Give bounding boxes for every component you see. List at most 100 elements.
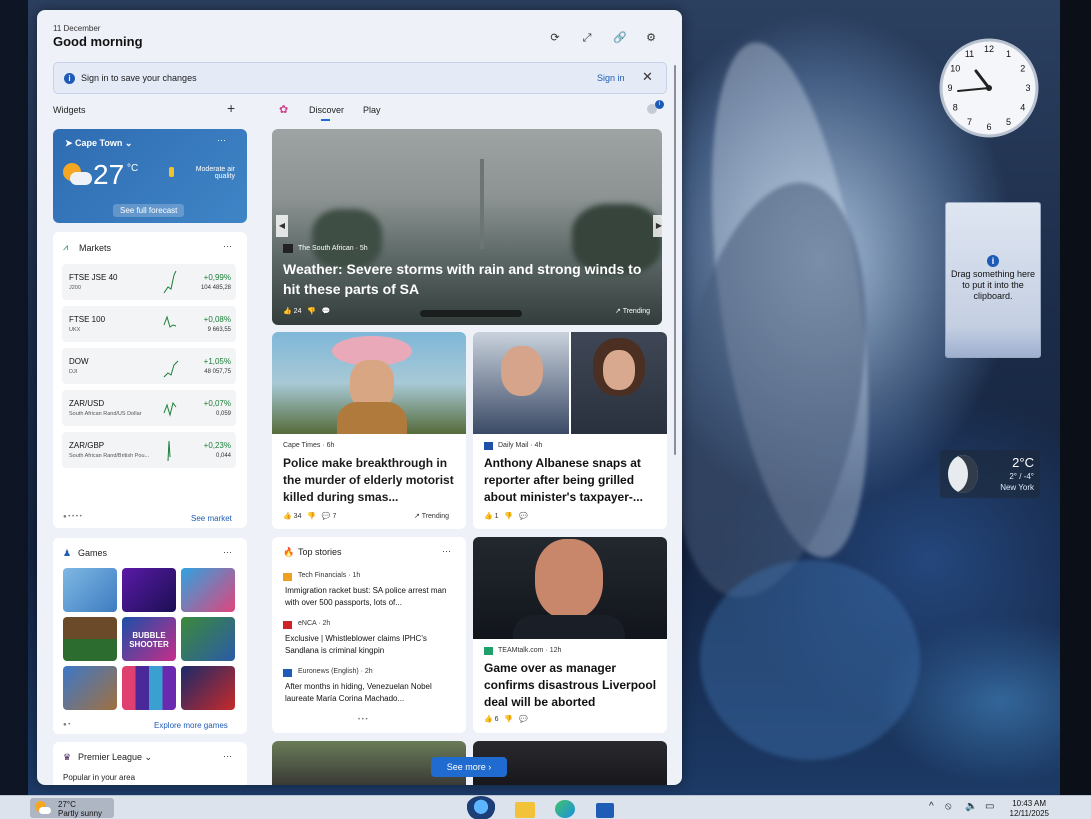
market-row[interactable]: ZAR/GBP South African Rand/British Pou...… xyxy=(62,432,236,468)
expand-icon[interactable]: ⤢ xyxy=(579,30,595,46)
hero-source: The South African · 5h xyxy=(298,245,368,252)
hero-story-card[interactable]: ◀ ▶ The South African · 5h Weather: Seve… xyxy=(272,129,662,325)
market-change: +0,23% xyxy=(203,441,231,450)
market-row[interactable]: FTSE JSE 40 J200 +0,99% 104 485,28 xyxy=(62,264,236,300)
taskbar-weather[interactable]: 27°C Partly sunny xyxy=(30,798,114,818)
tab-discover[interactable]: Discover xyxy=(309,105,344,115)
weather-gadget[interactable]: 2°C 2° / -4° New York xyxy=(940,450,1040,498)
market-name: FTSE 100 xyxy=(69,315,106,324)
gadget-temp: 2°C xyxy=(1012,455,1034,470)
partly-sunny-icon xyxy=(63,163,92,187)
weather-menu-button[interactable]: ··· xyxy=(217,135,226,145)
premier-menu-button[interactable]: ··· xyxy=(223,751,232,761)
top-stories-menu-button[interactable]: ··· xyxy=(442,546,451,556)
see-more-label: See more xyxy=(446,762,486,772)
game-tile-shooter[interactable] xyxy=(63,666,117,710)
market-row[interactable]: DOW DJI +1,05% 48 057,75 xyxy=(62,348,236,384)
game-tile-paint[interactable] xyxy=(181,568,235,612)
market-change: +0,07% xyxy=(203,399,231,408)
clipboard-gadget[interactable]: i Drag something here to put it into the… xyxy=(945,202,1041,358)
trending-badge: ↗ Trending xyxy=(615,308,651,315)
edge-icon[interactable] xyxy=(555,800,575,818)
clock-number: 11 xyxy=(965,49,974,59)
story-card-albanese[interactable]: Daily Mail · 4h Anthony Albanese snaps a… xyxy=(473,332,667,529)
battery-icon[interactable]: ▭ xyxy=(985,801,994,812)
market-name: ZAR/GBP xyxy=(69,441,105,450)
sparkline xyxy=(167,440,171,462)
premier-league-label: Premier League xyxy=(78,752,143,762)
settings-icon[interactable]: ⚙ xyxy=(643,30,659,46)
game-tile-cartoon[interactable] xyxy=(181,617,235,661)
link-icon[interactable]: 🔗 xyxy=(612,30,628,46)
right-edge xyxy=(1060,0,1091,795)
game-tile-sort[interactable] xyxy=(122,666,176,710)
clock-number: 9 xyxy=(947,83,952,93)
tab-play[interactable]: Play xyxy=(363,105,381,115)
story-card-police[interactable]: Cape Times · 6h Police make breakthrough… xyxy=(272,332,466,529)
top-stories-pager[interactable]: • • • xyxy=(358,717,368,723)
dislike-icon[interactable]: 👎 xyxy=(307,308,316,315)
comment-icon[interactable]: 💬 xyxy=(322,308,331,315)
close-icon[interactable]: ✕ xyxy=(642,69,653,85)
games-widget: ♟ Games ··· BUBBLE SHOOTER ● • Explore m… xyxy=(53,538,247,734)
chevron-up-icon[interactable]: ^ xyxy=(929,801,934,812)
scrollbar[interactable] xyxy=(674,65,676,455)
premier-league-title[interactable]: Premier League ⌄ xyxy=(78,752,152,763)
story-image-left xyxy=(473,332,569,434)
like-icon[interactable]: 👍 xyxy=(283,308,292,315)
weather-temp: 27 xyxy=(93,159,125,190)
see-forecast-button[interactable]: See full forecast xyxy=(113,204,185,217)
clock-gadget[interactable]: 12123 4 5 67891011 xyxy=(938,38,1040,140)
store-icon[interactable] xyxy=(596,803,614,818)
network-icon[interactable]: ⦸ xyxy=(945,801,952,812)
game-tile-blocks[interactable] xyxy=(63,617,117,661)
games-menu-button[interactable]: ··· xyxy=(223,547,232,557)
refresh-icon[interactable]: ⟳ xyxy=(547,30,563,46)
game-tile-stickman[interactable] xyxy=(63,568,117,612)
markets-pager[interactable]: ● • • • • xyxy=(63,514,82,520)
story-card-liverpool[interactable]: TEAMtalk.com · 12h Game over as manager … xyxy=(473,537,667,733)
alienware-icon[interactable] xyxy=(466,796,496,819)
carousel-dots[interactable] xyxy=(420,310,522,317)
clock-date[interactable]: 12/11/2025 xyxy=(1003,809,1049,818)
market-row[interactable]: FTSE 100 UKX +0,08% 9 663,55 xyxy=(62,306,236,342)
market-row[interactable]: ZAR/USD South African Rand/US Dollar +0,07… xyxy=(62,390,236,426)
next-arrow[interactable]: ▶ xyxy=(653,215,662,237)
top-story-source: eNCA · 2h xyxy=(298,620,331,627)
games-pager[interactable]: ● • xyxy=(63,722,70,728)
add-widget-button[interactable]: + xyxy=(227,100,235,116)
story-comments: 7 xyxy=(332,513,337,520)
story-source: TEAMtalk.com · 12h xyxy=(498,647,562,654)
weather-widget[interactable]: ➤ Cape Town ⌄ ··· 27 °C Moderate air qua… xyxy=(53,129,247,223)
taskbar-weather-desc: Partly sunny xyxy=(58,809,103,818)
top-story-title: Exclusive | Whistleblower claims IPHC's … xyxy=(285,634,427,655)
air-quality[interactable]: Moderate air quality xyxy=(175,166,235,180)
volume-icon[interactable]: 🔈 xyxy=(965,801,977,812)
sparkline xyxy=(163,270,177,294)
clock-number: 8 xyxy=(953,103,958,113)
hero-actions: 👍 24 👎 💬 xyxy=(283,307,331,315)
greeting: Good morning xyxy=(53,34,143,49)
widgets-panel: 11 December Good morning ⟳ ⤢ 🔗 ⚙ i Sign … xyxy=(37,10,682,785)
file-explorer-icon[interactable] xyxy=(515,802,535,818)
see-more-button[interactable]: See more › xyxy=(431,757,507,777)
signin-bar: i Sign in to save your changes Sign in ✕ xyxy=(53,62,667,94)
signin-link[interactable]: Sign in xyxy=(597,73,625,83)
profile-icon[interactable]: i xyxy=(645,100,665,116)
hero-likes: 24 xyxy=(293,308,302,315)
markets-menu-button[interactable]: ··· xyxy=(223,241,232,251)
clock-number: 5 xyxy=(1006,117,1011,127)
clock-time[interactable]: 10:43 AM xyxy=(1008,799,1046,808)
explore-games-link[interactable]: Explore more games xyxy=(154,721,228,730)
hero-title: Weather: Severe storms with rain and str… xyxy=(283,261,642,297)
previous-arrow[interactable]: ◀ xyxy=(276,215,288,237)
game-tile-tetris[interactable] xyxy=(181,666,235,710)
trending-badge: ↗ Trending xyxy=(414,513,450,520)
see-market-link[interactable]: See market xyxy=(191,514,232,523)
game-tile-rocket[interactable] xyxy=(122,568,176,612)
info-icon: i xyxy=(64,73,75,84)
game-tile-bubble-shooter[interactable]: BUBBLE SHOOTER xyxy=(122,617,176,661)
source-logo-icon xyxy=(283,621,292,629)
market-name: DOW xyxy=(69,357,89,366)
location-selector[interactable]: ➤ Cape Town ⌄ xyxy=(65,138,132,149)
